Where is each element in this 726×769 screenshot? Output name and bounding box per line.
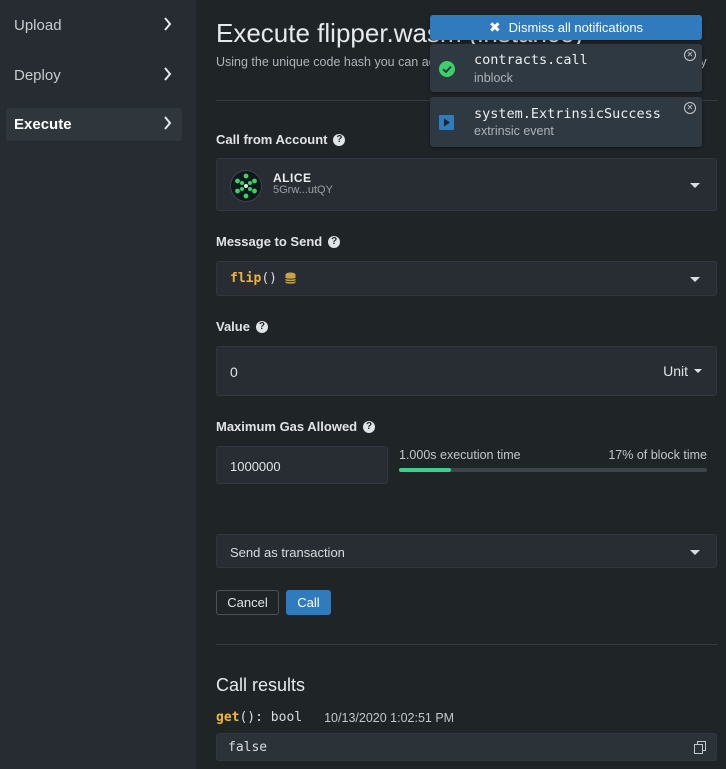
dismiss-all-button[interactable]: ✖ Dismiss all notifications [430,15,702,40]
play-square-icon [439,115,454,135]
help-icon[interactable]: ? [255,320,268,333]
sidebar-item-deploy[interactable]: Deploy [6,59,182,92]
sidebar-item-label: Upload [14,17,62,34]
notification-status: extrinsic event [474,124,554,138]
chevron-right-icon [163,16,172,35]
result-timestamp: 10/13/2020 1:02:51 PM [324,710,455,725]
value-input[interactable]: 0 [230,364,238,380]
account-name: ALICE [273,171,312,185]
divider [216,644,718,645]
notification-title: system.ExtrinsicSuccess [474,106,661,122]
close-icon: ✖ [488,19,501,35]
caret-down-icon [690,277,700,282]
message-select[interactable]: flip () [216,261,717,296]
close-circle-icon[interactable]: ✕ [684,102,696,114]
help-icon[interactable]: ? [333,133,346,146]
send-mode-label: Send as transaction [230,545,345,560]
chevron-right-icon [163,66,172,85]
database-icon [284,272,296,285]
gas-progress-bar [399,468,707,472]
gas-progress-fill [399,468,452,472]
help-icon[interactable]: ? [363,420,376,433]
call-button[interactable]: Call [286,590,331,615]
result-fn: get [216,710,240,725]
account-address: 5Grw...utQY [273,184,333,196]
account-avatar [230,170,262,202]
sidebar-item-label: Execute [14,116,72,133]
sidebar-item-execute[interactable]: Execute [6,108,182,141]
account-label: Call from Account ? [216,132,346,147]
sidebar-item-label: Deploy [14,67,61,84]
notification-extrinsic-success: system.ExtrinsicSuccess extrinsic event … [430,97,702,147]
unit-label: Unit [663,363,688,379]
block-time-label: 17% of block time [608,448,707,462]
caret-down-icon [690,183,700,188]
gas-input[interactable]: 1000000 [230,459,281,474]
help-icon[interactable]: ? [328,235,341,248]
value-field: 0 Unit [216,346,717,396]
caret-down-icon [690,550,700,555]
message-label: Message to Send ? [216,234,341,249]
send-mode-select[interactable]: Send as transaction [216,534,717,568]
account-select[interactable]: ALICE 5Grw...utQY [216,158,717,211]
notification-status: inblock [474,71,513,85]
result-signature-text: (): bool [239,710,303,725]
sidebar-item-upload[interactable]: Upload [6,9,182,42]
message-signature: flip () [230,271,296,286]
close-circle-icon[interactable]: ✕ [684,49,696,61]
result-output: false [228,740,268,755]
message-fn: flip [230,271,262,286]
cancel-button[interactable]: Cancel [216,590,279,615]
message-parens: () [261,271,277,286]
copy-icon[interactable] [694,741,706,759]
result-signature: get (): bool 10/13/2020 1:02:51 PM [216,710,454,725]
results-title: Call results [216,675,306,695]
check-circle-icon [439,61,455,82]
dismiss-all-label: Dismiss all notifications [508,20,644,35]
notification-title: contracts.call [474,52,588,68]
identicon-icon [235,173,257,199]
result-output-box: false [216,733,717,761]
sidebar: Upload Deploy Execute [0,0,196,769]
caret-down-icon [694,369,702,373]
chevron-right-icon [163,115,172,134]
value-label: Value ? [216,319,268,334]
unit-select[interactable]: Unit [663,363,702,379]
gas-field: 1000000 [216,446,388,484]
gas-label: Maximum Gas Allowed ? [216,419,376,434]
exec-time-label: 1.000s execution time [399,448,521,462]
notification-contracts-call: contracts.call inblock ✕ [430,44,702,92]
